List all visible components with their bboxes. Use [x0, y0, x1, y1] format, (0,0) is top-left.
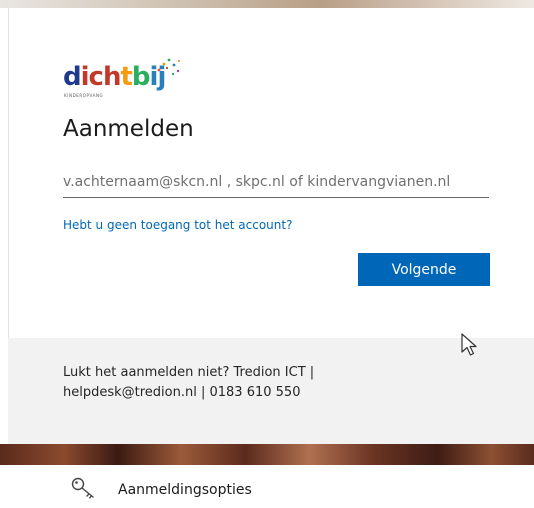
footer-line-2: helpdesk@tredion.nl | 0183 610 550: [63, 385, 301, 400]
no-access-link[interactable]: Hebt u geen toegang tot het account?: [63, 218, 292, 232]
email-field[interactable]: [63, 167, 489, 198]
footer-text: Lukt het aanmelden niet? Tredion ICT | h…: [63, 363, 423, 403]
signin-options-label: Aanmeldingsopties: [118, 482, 252, 498]
signin-options-button[interactable]: Aanmeldingsopties: [8, 465, 534, 508]
background-photo-bottom: [0, 444, 534, 465]
dichtbij-logo: dichtbij KINDEROPVANG: [63, 56, 183, 104]
logo-wordmark: dichtbij: [63, 62, 166, 92]
footer-line-1: Lukt het aanmelden niet? Tredion ICT |: [63, 365, 315, 380]
mouse-cursor-icon: [461, 333, 477, 356]
logo-tagline: KINDEROPVANG: [64, 93, 104, 98]
page-title: Aanmelden: [63, 116, 194, 142]
background-photo-top: [0, 0, 534, 8]
logo-dots-icon: [157, 58, 180, 76]
key-icon: [71, 477, 94, 499]
next-button[interactable]: Volgende: [358, 253, 490, 286]
footer-info: Lukt het aanmelden niet? Tredion ICT | h…: [8, 338, 534, 444]
